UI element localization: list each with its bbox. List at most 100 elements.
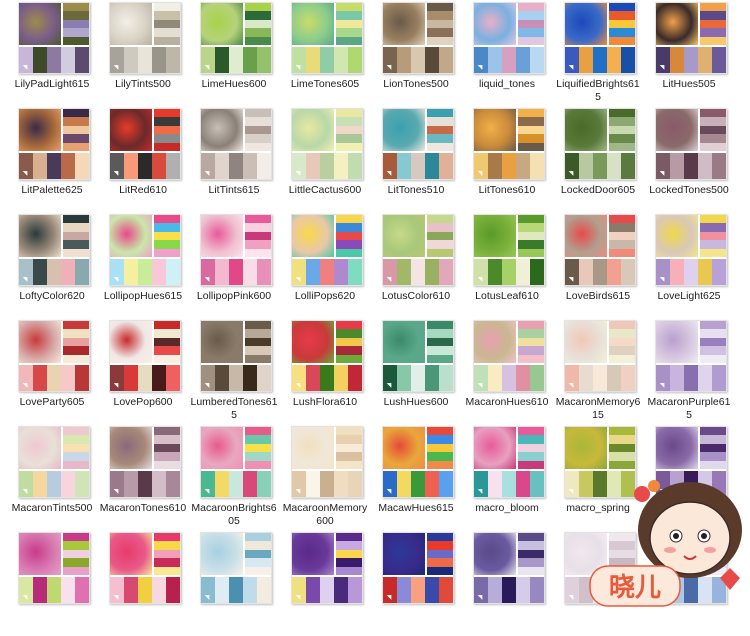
photo-preview <box>474 321 516 363</box>
file-name-label: LilyTints500 <box>115 78 171 90</box>
thumbnail-item[interactable]: ◥ MacaronPurple615 <box>645 320 733 424</box>
brand-mark-icon: ◥ <box>113 171 119 177</box>
thumbnail-item[interactable]: ◥ macro_spring <box>554 426 642 530</box>
thumbnail-item[interactable]: ◥ LushHues600 <box>372 320 460 424</box>
photo-preview <box>474 427 516 469</box>
thumbnail-item[interactable]: ◥ LollipopHues615 <box>99 214 187 318</box>
thumbnail-item[interactable]: ◥ LushFlora610 <box>281 320 369 424</box>
thumbnail-item[interactable]: ◥ MacaroonMemory600 <box>281 426 369 530</box>
thumbnail-item[interactable]: ◥ <box>99 532 187 636</box>
photo-preview <box>565 109 607 151</box>
photo-preview <box>110 109 152 151</box>
photo-preview <box>201 427 243 469</box>
thumbnail-item[interactable]: ◥ MacaronTones610 <box>99 426 187 530</box>
thumbnail-item[interactable]: ◥ LionTones500 <box>372 2 460 106</box>
palette-thumbnail: ◥ <box>473 426 545 498</box>
thumbnail-item[interactable]: ◥ LittleCactus600 <box>281 108 369 212</box>
file-name-label: LolliPops620 <box>294 290 356 302</box>
thumbnail-item[interactable]: ◥ LoveParty605 <box>8 320 96 424</box>
brand-mark-icon: ◥ <box>204 277 210 283</box>
thumbnail-item[interactable]: ◥ LimeTones605 <box>281 2 369 106</box>
thumbnail-item[interactable]: ◥ MacawHues615 <box>372 426 460 530</box>
thumbnail-item[interactable]: ◥ <box>463 532 551 636</box>
brand-mark-icon: ◥ <box>386 489 392 495</box>
thumbnail-item[interactable]: ◥ LockedDoor605 <box>554 108 642 212</box>
file-name-label: LionTones500 <box>383 78 449 90</box>
thumbnail-item[interactable]: ◥ LockedTones500 <box>645 108 733 212</box>
thumbnail-item[interactable]: ◥ LoveBirds615 <box>554 214 642 318</box>
color-swatch-column <box>336 3 362 45</box>
thumbnail-item[interactable]: ◥ LotusColor610 <box>372 214 460 318</box>
brand-mark-icon: ◥ <box>295 65 301 71</box>
thumbnail-item[interactable]: ◥ MacaronTints500 <box>8 426 96 530</box>
color-swatch-column <box>427 109 453 151</box>
thumbnail-item[interactable]: ◥ <box>281 532 369 636</box>
thumbnail-item[interactable]: ◥ LotusLeaf610 <box>463 214 551 318</box>
thumbnail-item[interactable]: ◥ <box>190 532 278 636</box>
file-name-label: LitTones510 <box>387 184 445 196</box>
thumbnail-item[interactable]: ◥ LitTones510 <box>372 108 460 212</box>
thumbnail-item[interactable]: ◥ <box>554 532 642 636</box>
thumbnail-item[interactable]: ◥ <box>8 532 96 636</box>
color-swatch-column <box>518 3 544 45</box>
color-swatch-row <box>110 259 180 285</box>
file-name-label: LoveBirds615 <box>565 290 631 302</box>
color-swatch-column <box>154 427 180 469</box>
palette-thumbnail: ◥ <box>655 532 727 604</box>
thumbnail-item[interactable]: ◥ LumberedTones615 <box>190 320 278 424</box>
thumbnail-item[interactable]: ◥ LollipopPink600 <box>190 214 278 318</box>
thumbnail-item[interactable]: ◥ MacaroonBrights605 <box>190 426 278 530</box>
color-swatch-row <box>565 153 635 179</box>
photo-preview <box>19 321 61 363</box>
photo-preview <box>656 3 698 45</box>
palette-thumbnail: ◥ <box>18 426 90 498</box>
photo-preview <box>474 533 516 575</box>
palette-thumbnail: ◥ <box>291 2 363 74</box>
thumbnail-item[interactable]: ◥ LolliPops620 <box>281 214 369 318</box>
color-swatch-column <box>245 3 271 45</box>
thumbnail-item[interactable]: ◥ LiquifiedBrights615 <box>554 2 642 106</box>
thumbnail-item[interactable]: ◥ <box>645 532 733 636</box>
thumbnail-item[interactable]: ◥ LitTints615 <box>190 108 278 212</box>
color-swatch-column <box>427 321 453 363</box>
palette-thumbnail: ◥ <box>18 108 90 180</box>
photo-preview <box>201 215 243 257</box>
palette-thumbnail: ◥ <box>473 2 545 74</box>
brand-mark-icon: ◥ <box>204 65 210 71</box>
color-swatch-column <box>245 215 271 257</box>
palette-thumbnail: ◥ <box>200 214 272 286</box>
brand-mark-icon: ◥ <box>477 171 483 177</box>
thumbnail-item[interactable]: ◥ LilyTints500 <box>99 2 187 106</box>
thumbnail-item[interactable]: ◥ LitRed610 <box>99 108 187 212</box>
thumbnail-item[interactable]: ◥ LovePop600 <box>99 320 187 424</box>
thumbnail-item[interactable]: ◥ LoveLight625 <box>645 214 733 318</box>
photo-preview <box>656 109 698 151</box>
thumbnail-item[interactable]: ◥ <box>645 426 733 530</box>
thumbnail-item[interactable]: ◥ LitPalette625 <box>8 108 96 212</box>
thumbnail-item[interactable]: ◥ MacaronHues610 <box>463 320 551 424</box>
color-swatch-row <box>383 471 453 497</box>
thumbnail-item[interactable]: ◥ MacaronMemory615 <box>554 320 642 424</box>
palette-thumbnail: ◥ <box>109 426 181 498</box>
palette-thumbnail: ◥ <box>655 108 727 180</box>
color-swatch-row <box>656 471 726 497</box>
photo-preview <box>383 109 425 151</box>
thumbnail-item[interactable]: ◥ LitHues505 <box>645 2 733 106</box>
thumbnail-item[interactable]: ◥ LoftyColor620 <box>8 214 96 318</box>
palette-thumbnail: ◥ <box>655 320 727 392</box>
thumbnail-item[interactable]: ◥ <box>372 532 460 636</box>
thumbnail-item[interactable]: ◥ liquid_tones <box>463 2 551 106</box>
thumbnail-item[interactable]: ◥ LitTones610 <box>463 108 551 212</box>
palette-thumbnail: ◥ <box>473 532 545 604</box>
photo-preview <box>292 427 334 469</box>
color-swatch-column <box>700 427 726 469</box>
thumbnail-item[interactable]: ◥ LimeHues600 <box>190 2 278 106</box>
color-swatch-column <box>518 321 544 363</box>
photo-preview <box>565 215 607 257</box>
color-swatch-row <box>201 47 271 73</box>
thumbnail-item[interactable]: ◥ macro_bloom <box>463 426 551 530</box>
palette-thumbnail: ◥ <box>291 532 363 604</box>
file-name-label: LitTones610 <box>478 184 536 196</box>
photo-preview <box>474 215 516 257</box>
thumbnail-item[interactable]: ◥ LilyPadLight615 <box>8 2 96 106</box>
